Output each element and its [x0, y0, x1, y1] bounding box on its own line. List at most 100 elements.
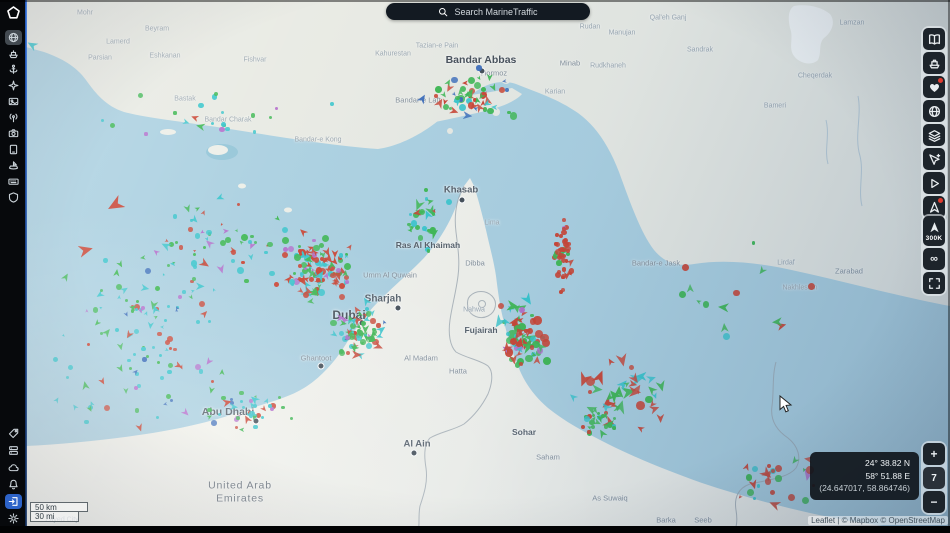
vessel-marker-red-stationary[interactable]	[562, 227, 566, 231]
vessel-marker-green-stationary[interactable]	[597, 411, 601, 415]
vessel-marker-red-stationary[interactable]	[561, 267, 566, 272]
toolbar-button-map-catalog book-icon[interactable]	[923, 28, 945, 50]
sidebar-item-vessels ship-icon[interactable]	[5, 46, 22, 61]
vessel-marker-blue-stationary[interactable]	[145, 267, 151, 274]
vessel-marker-red-stationary[interactable]	[564, 259, 569, 264]
zoom-out-button[interactable]: −	[923, 491, 945, 513]
toolbar-button-measure-tool cursortrack-icon[interactable]	[923, 148, 945, 170]
vessel-marker-green-stationary[interactable]	[322, 234, 330, 242]
vessel-marker-cyan-stationary[interactable]	[195, 320, 200, 325]
vessel-marker-green-stationary[interactable]	[330, 319, 337, 327]
vessel-marker-cyan-stationary[interactable]	[329, 102, 334, 107]
sidebar-item-webcams camera-icon[interactable]	[5, 126, 22, 141]
vessel-marker-green-stationary[interactable]	[240, 234, 248, 242]
vessel-marker-cyan-stationary[interactable]	[445, 198, 452, 205]
vessel-marker-cyan-stationary[interactable]	[155, 416, 159, 420]
toolbar-button-map-layers layers-icon[interactable]	[923, 124, 945, 146]
vessel-marker-red-stationary[interactable]	[370, 318, 376, 324]
vessel-marker-blue-stationary[interactable]	[505, 87, 509, 92]
vessel-marker-red-stationary[interactable]	[297, 249, 302, 253]
vessel-marker-green-stationary[interactable]	[207, 407, 212, 413]
vessel-marker-red-stationary[interactable]	[562, 217, 567, 222]
vessel-marker-cyan-stationary[interactable]	[318, 289, 325, 296]
vessel-marker-cyan-stationary[interactable]	[198, 369, 204, 375]
vessel-marker-green-stationary[interactable]	[173, 111, 177, 115]
vessel-marker-green-stationary[interactable]	[473, 82, 481, 90]
vessel-marker-magenta-stationary[interactable]	[345, 280, 349, 284]
vessel-marker-cyan-stationary[interactable]	[166, 369, 172, 375]
sidebar-item-notifications bell-icon[interactable]	[5, 477, 22, 492]
marinetraffic-logo[interactable]	[5, 5, 22, 20]
vessel-marker-green-stationary[interactable]	[455, 95, 460, 101]
vessel-marker-cyan-stationary[interactable]	[253, 424, 258, 429]
vessel-marker-red-stationary[interactable]	[529, 345, 534, 350]
sidebar-item-sign-in signin-icon[interactable]	[4, 494, 22, 509]
toolbar-button-vessels-on-map navfill-icon[interactable]: 300K	[923, 216, 945, 246]
vessel-marker-green-stationary[interactable]	[530, 313, 534, 318]
vessel-marker-cyan-stationary[interactable]	[206, 229, 212, 236]
vessel-marker-magenta-stationary[interactable]	[144, 132, 148, 136]
vessel-marker-red-stationary[interactable]	[555, 232, 560, 237]
sidebar-item-plans tag-icon[interactable]	[5, 426, 22, 441]
vessel-marker-cyan-stationary[interactable]	[281, 226, 288, 233]
vessel-marker-green-stationary[interactable]	[487, 107, 494, 115]
vessel-marker-red-stationary[interactable]	[561, 275, 565, 280]
vessel-marker-red-stationary[interactable]	[636, 401, 645, 410]
vessel-marker-cyan-stationary[interactable]	[723, 332, 731, 340]
vessel-marker-red-stationary[interactable]	[498, 86, 505, 93]
vessel-marker-green-stationary[interactable]	[357, 328, 362, 333]
zoom-in-button[interactable]: +	[923, 443, 945, 465]
vessel-marker-green-stationary[interactable]	[301, 261, 308, 268]
vessel-marker-red-stationary[interactable]	[188, 226, 194, 232]
vessel-marker-red-stationary[interactable]	[587, 430, 591, 434]
toolbar-button-density-maps infinity-icon[interactable]: ∞	[923, 248, 945, 270]
sidebar-item-photos photo-icon[interactable]	[5, 94, 22, 109]
vessel-marker-green-stationary[interactable]	[366, 311, 372, 317]
vessel-marker-green-stationary[interactable]	[448, 107, 452, 111]
vessel-marker-green-stationary[interactable]	[236, 416, 240, 420]
vessel-marker-cyan-stationary[interactable]	[288, 278, 295, 285]
vessel-marker-magenta-stationary[interactable]	[219, 126, 225, 132]
vessel-marker-blue-stationary[interactable]	[142, 357, 147, 362]
vessel-marker-cyan-stationary[interactable]	[217, 412, 221, 416]
vessel-marker-cyan-stationary[interactable]	[220, 121, 226, 127]
search-bar[interactable]: Search MarineTraffic	[386, 3, 590, 20]
sidebar-item-live-map globe-icon[interactable]	[4, 30, 22, 45]
vessel-marker-red-stationary[interactable]	[433, 94, 438, 98]
vessel-marker-green-stationary[interactable]	[360, 339, 366, 345]
vessel-marker-cyan-stationary[interactable]	[237, 267, 244, 274]
vessel-marker-green-stationary[interactable]	[510, 112, 518, 120]
vessel-marker-red-stationary[interactable]	[157, 331, 162, 336]
vessel-marker-green-stationary[interactable]	[349, 333, 353, 337]
vessel-marker-cyan-stationary[interactable]	[198, 102, 204, 109]
vessel-marker-green-stationary[interactable]	[589, 419, 595, 426]
vessel-marker-green-stationary[interactable]	[165, 394, 171, 400]
vessel-marker-cyan-stationary[interactable]	[140, 346, 146, 352]
vessel-marker-green-stationary[interactable]	[525, 354, 533, 363]
vessel-marker-cyan-stationary[interactable]	[252, 129, 257, 134]
vessel-marker-green-stationary[interactable]	[591, 413, 595, 417]
vessel-marker-red-stationary[interactable]	[540, 334, 549, 343]
vessel-marker-green-stationary[interactable]	[427, 228, 431, 233]
vessel-marker-cyan-stationary[interactable]	[163, 318, 167, 322]
vessel-marker-red-stationary[interactable]	[467, 102, 475, 109]
vessel-marker-green-stationary[interactable]	[92, 307, 98, 313]
vessel-marker-cyan-stationary[interactable]	[422, 225, 427, 231]
vessel-marker-red-stationary[interactable]	[173, 347, 177, 351]
vessel-marker-green-stationary[interactable]	[747, 488, 755, 496]
toolbar-button-map-settings globe-icon[interactable]	[923, 100, 945, 122]
sidebar-item-ais-coverage antenna-icon[interactable]	[5, 110, 22, 125]
vessel-marker-red-stationary[interactable]	[298, 263, 303, 268]
vessel-marker-red-stationary[interactable]	[766, 464, 771, 469]
vessel-marker-green-stationary[interactable]	[426, 248, 431, 253]
vessel-marker-green-stationary[interactable]	[99, 289, 103, 293]
vessel-marker-cyan-stationary[interactable]	[190, 260, 198, 267]
vessel-marker-red-stationary[interactable]	[787, 493, 796, 501]
vessel-marker-green-stationary[interactable]	[281, 405, 285, 410]
vessel-marker-cyan-stationary[interactable]	[366, 342, 373, 349]
vessel-marker-green-stationary[interactable]	[267, 241, 273, 248]
vessel-marker-green-stationary[interactable]	[156, 360, 161, 364]
vessel-marker-red-stationary[interactable]	[554, 249, 561, 256]
vessel-marker-cyan-stationary[interactable]	[505, 331, 511, 336]
toolbar-button-favorites heart-icon[interactable]	[923, 76, 945, 98]
